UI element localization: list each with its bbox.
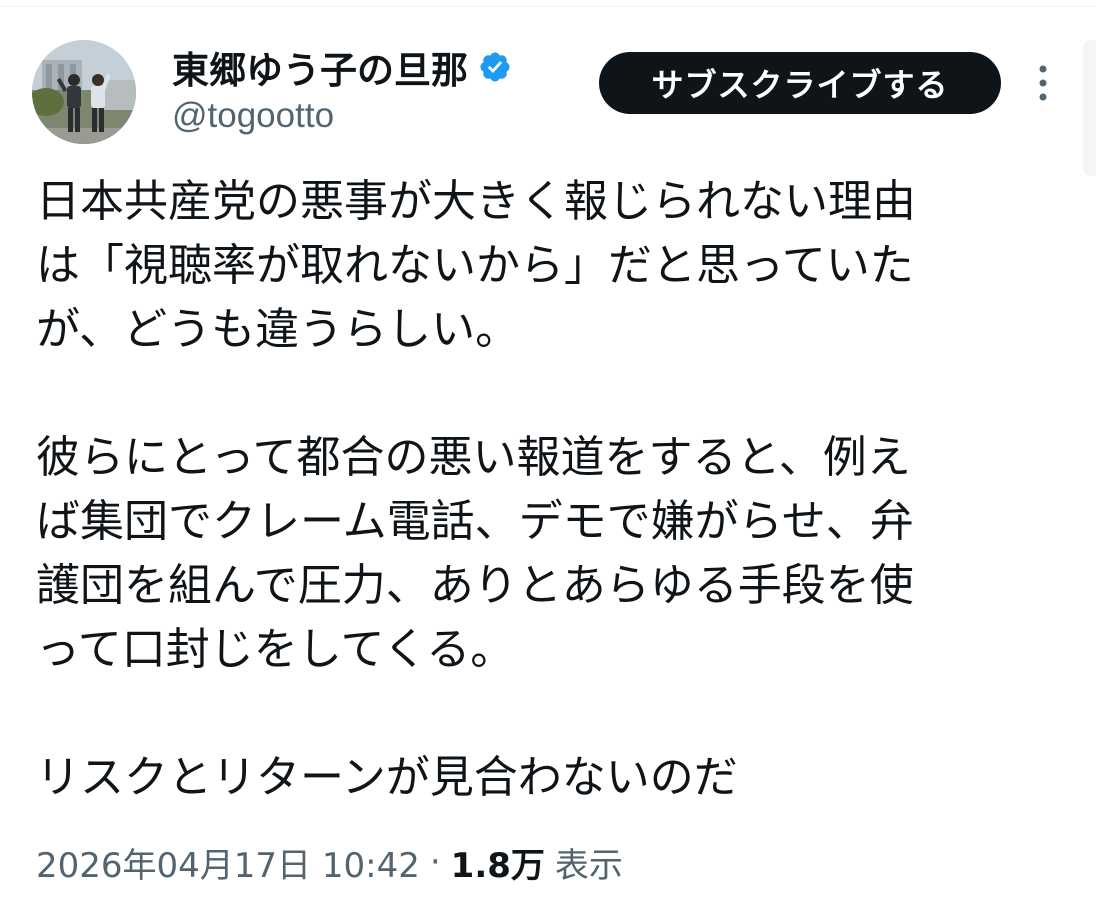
- subscribe-button[interactable]: サブスクライブする: [599, 52, 1001, 114]
- tweet-line: 彼らにとって都合の悪い報道をすると、例え: [36, 432, 911, 483]
- tweet-line: リスクとリターンが見合わないのだ: [36, 752, 738, 803]
- avatar-photo: [32, 40, 136, 144]
- adjacent-panel-edge: [1083, 40, 1096, 176]
- verified-badge-icon[interactable]: [478, 50, 512, 84]
- tweet-line: 日本共産党の悪事が大きく報じられない理由: [36, 176, 916, 227]
- tweet-paragraph-2: 彼らにとって都合の悪い報道をすると、例え ば集団でクレーム電話、デモで嫌がらせ、…: [36, 426, 1056, 682]
- user-handle[interactable]: @togootto: [172, 96, 334, 136]
- author-name-row: 東郷ゆう子の旦那: [172, 42, 512, 92]
- timestamp[interactable]: 2026年04月17日 10:42: [36, 838, 420, 887]
- tweet-line: が、どうも違うらしい。: [36, 304, 520, 355]
- meta-separator: ·: [429, 842, 441, 882]
- tweet-line: ば集団でクレーム電話、デモで嫌がらせ、弁: [36, 496, 914, 547]
- tweet-line: って口封じをしてくる。: [36, 624, 515, 675]
- display-name[interactable]: 東郷ゆう子の旦那: [172, 40, 468, 94]
- tweet-line: は「視聴率が取れないから」だと思っていた: [36, 240, 914, 291]
- views-count: 1.8万: [450, 845, 545, 886]
- views-label: 表示: [554, 845, 623, 886]
- tweet-paragraph-1: 日本共産党の悪事が大きく報じられない理由 は「視聴率が取れないから」だと思ってい…: [36, 170, 1056, 362]
- tweet-line: 護団を組んで圧力、ありとあらゆる手段を使: [36, 560, 914, 611]
- top-divider: [0, 0, 1096, 7]
- tweet-text: 日本共産党の悪事が大きく報じられない理由 は「視聴率が取れないから」だと思ってい…: [36, 170, 1056, 874]
- tweet-paragraph-3: リスクとリターンが見合わないのだ: [36, 746, 1056, 810]
- tweet-meta: 2026年04月17日 10:42 · 1.8万 表示: [36, 836, 623, 888]
- more-vertical-icon[interactable]: [1026, 60, 1060, 106]
- avatar[interactable]: [32, 40, 136, 144]
